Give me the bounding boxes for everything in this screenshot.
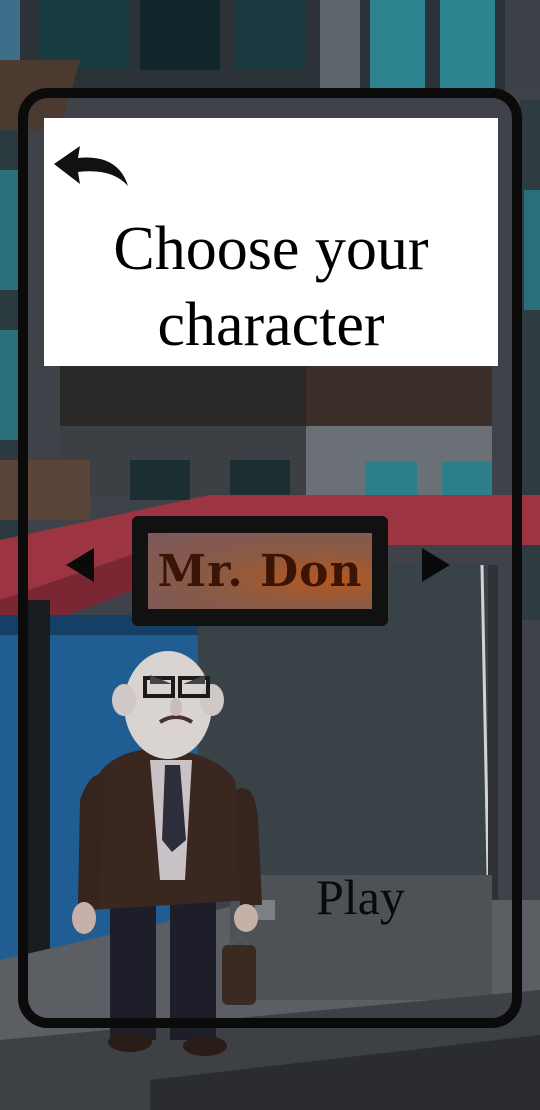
character-name-background: Mr. Don <box>148 533 372 609</box>
play-button[interactable]: Play <box>316 868 405 926</box>
screen-title-line-1: Choose your <box>113 215 429 283</box>
character-name-plate: Mr. Don <box>132 516 388 626</box>
screen-title-line-2: character <box>157 291 385 359</box>
character-name: Mr. Don <box>157 545 363 597</box>
previous-character-icon[interactable] <box>66 548 94 582</box>
back-arrow-icon[interactable] <box>52 146 132 192</box>
next-character-icon[interactable] <box>422 548 450 582</box>
